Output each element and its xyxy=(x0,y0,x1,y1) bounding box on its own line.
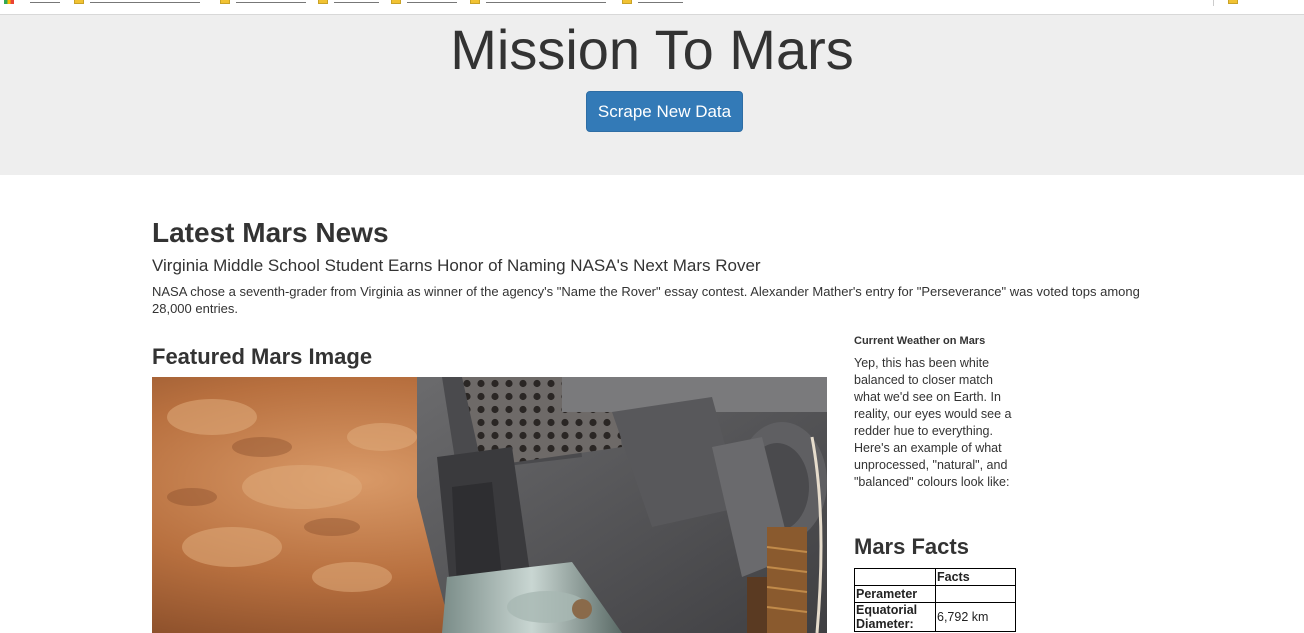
page-title: Mission To Mars xyxy=(450,18,854,81)
bookmark-folder-icon[interactable] xyxy=(470,0,480,4)
table-row-value xyxy=(935,585,1016,603)
mars-facts-table: Facts Perameter Equatorial Diameter: 6,7… xyxy=(854,568,1016,632)
other-bookmarks-folder-icon[interactable] xyxy=(1228,0,1238,4)
bookmark-label[interactable] xyxy=(90,0,200,3)
bookmark-label[interactable] xyxy=(334,0,379,3)
apps-icon[interactable] xyxy=(4,0,14,4)
weather-heading: Current Weather on Mars xyxy=(854,335,986,347)
table-row: Equatorial Diameter: 6,792 km xyxy=(854,602,1016,632)
bookmark-label[interactable] xyxy=(486,0,606,3)
news-paragraph: NASA chose a seventh-grader from Virgini… xyxy=(152,284,1140,316)
news-heading: Latest Mars News xyxy=(152,217,389,248)
featured-image-heading: Featured Mars Image xyxy=(152,344,373,369)
table-header-facts: Facts xyxy=(935,568,1016,586)
table-header-row: Facts xyxy=(854,568,1016,586)
bookmark-label[interactable] xyxy=(30,0,60,3)
bookmarks-bar xyxy=(0,0,1304,15)
table-row-value: 6,792 km xyxy=(935,602,1016,632)
bookmark-label[interactable] xyxy=(236,0,306,3)
table-row: Perameter xyxy=(854,585,1016,603)
table-row-label: Equatorial Diameter: xyxy=(854,602,936,632)
bookmarks-separator xyxy=(1213,0,1214,6)
bookmark-folder-icon[interactable] xyxy=(74,0,84,4)
weather-text: Yep, this has been white balanced to clo… xyxy=(854,356,1012,489)
bookmark-label[interactable] xyxy=(407,0,457,3)
jumbotron: Mission To Mars Scrape New Data xyxy=(0,15,1304,175)
news-title: Virginia Middle School Student Earns Hon… xyxy=(152,256,761,275)
table-row-label: Perameter xyxy=(854,585,936,603)
bookmark-label[interactable] xyxy=(638,0,683,3)
facts-heading: Mars Facts xyxy=(854,534,969,559)
bookmark-folder-icon[interactable] xyxy=(622,0,632,4)
bookmark-folder-icon[interactable] xyxy=(318,0,328,4)
bookmark-folder-icon[interactable] xyxy=(391,0,401,4)
featured-mars-image xyxy=(152,377,827,633)
bookmark-folder-icon[interactable] xyxy=(220,0,230,4)
table-header-empty xyxy=(854,568,936,586)
scrape-new-data-button[interactable]: Scrape New Data xyxy=(586,91,743,132)
